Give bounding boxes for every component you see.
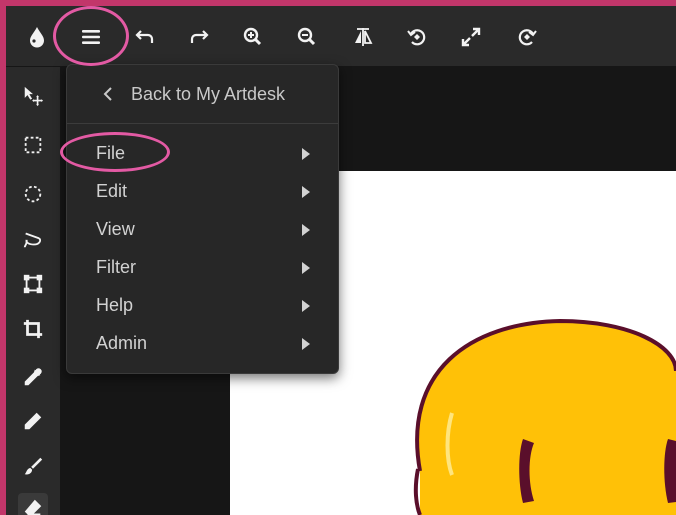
fullscreen-button[interactable] [454, 20, 488, 54]
ellipse-select-icon [24, 185, 42, 203]
menu-item-help[interactable]: Help [67, 287, 338, 325]
menu-item-view[interactable]: View [67, 211, 338, 249]
submenu-arrow-icon [302, 186, 310, 198]
move-tool-button[interactable] [18, 81, 48, 111]
chevron-left-icon [103, 87, 112, 101]
zoom-out-icon [297, 27, 316, 46]
top-toolbar [6, 6, 676, 67]
back-to-artdesk-item[interactable]: Back to My Artdesk [67, 65, 338, 124]
flip-icon [355, 28, 373, 46]
eraser-icon [24, 499, 42, 515]
menu-item-label: Admin [96, 333, 148, 353]
menu-item-admin[interactable]: Admin [67, 325, 338, 363]
menu-item-label: Help [96, 295, 134, 315]
rotate-right-icon [518, 29, 537, 46]
eraser-tool-button[interactable] [18, 493, 48, 515]
expand-icon [461, 27, 481, 47]
redo-icon [190, 30, 209, 43]
flip-horizontal-button[interactable] [346, 20, 380, 54]
menu-item-label: View [96, 219, 135, 239]
submenu-arrow-icon [302, 300, 310, 312]
zoom-out-button[interactable] [290, 20, 324, 54]
submenu-arrow-icon [302, 338, 310, 350]
move-cursor-icon [24, 86, 44, 107]
rectangle-select-icon [24, 136, 42, 154]
zoom-in-button[interactable] [236, 20, 270, 54]
back-to-artdesk-label: Back to My Artdesk [131, 84, 286, 104]
transform-icon [23, 274, 43, 294]
submenu-arrow-icon [302, 262, 310, 274]
hamburger-menu-button[interactable] [74, 20, 108, 54]
app-logo-icon [20, 20, 54, 54]
menu-item-label: File [96, 143, 126, 163]
ellipse-select-tool-button[interactable] [18, 179, 48, 209]
submenu-arrow-icon [302, 148, 310, 160]
lasso-tool-button[interactable] [18, 224, 48, 254]
hamburger-icon [82, 30, 100, 44]
menu-item-label: Edit [96, 181, 128, 201]
rectangle-select-tool-button[interactable] [18, 130, 48, 160]
pencil-tool-button[interactable] [18, 406, 48, 436]
pencil-icon [24, 412, 42, 430]
brush-tool-button[interactable] [18, 451, 48, 481]
brush-icon [24, 457, 43, 475]
rotate-left-button[interactable] [400, 20, 434, 54]
menu-item-file[interactable]: File [67, 135, 338, 173]
main-menu-dropdown: Back to My Artdesk File Edit View Filter… [66, 64, 339, 374]
transform-tool-button[interactable] [18, 269, 48, 299]
rotate-right-button[interactable] [510, 20, 544, 54]
submenu-arrow-icon [302, 224, 310, 236]
rotate-left-icon [407, 29, 426, 46]
redo-button[interactable] [182, 20, 216, 54]
tools-sidebar [6, 67, 61, 515]
menu-item-label: Filter [96, 257, 136, 277]
crop-icon [23, 319, 43, 339]
zoom-in-icon [243, 27, 262, 46]
crop-tool-button[interactable] [18, 314, 48, 344]
lasso-icon [23, 232, 42, 248]
menu-item-filter[interactable]: Filter [67, 249, 338, 287]
menu-item-edit[interactable]: Edit [67, 173, 338, 211]
eyedropper-tool-button[interactable] [18, 362, 48, 392]
eyedropper-icon [24, 368, 42, 386]
undo-icon [135, 30, 154, 43]
app-window: Back to My Artdesk File Edit View Filter… [6, 6, 676, 515]
undo-button[interactable] [128, 20, 162, 54]
